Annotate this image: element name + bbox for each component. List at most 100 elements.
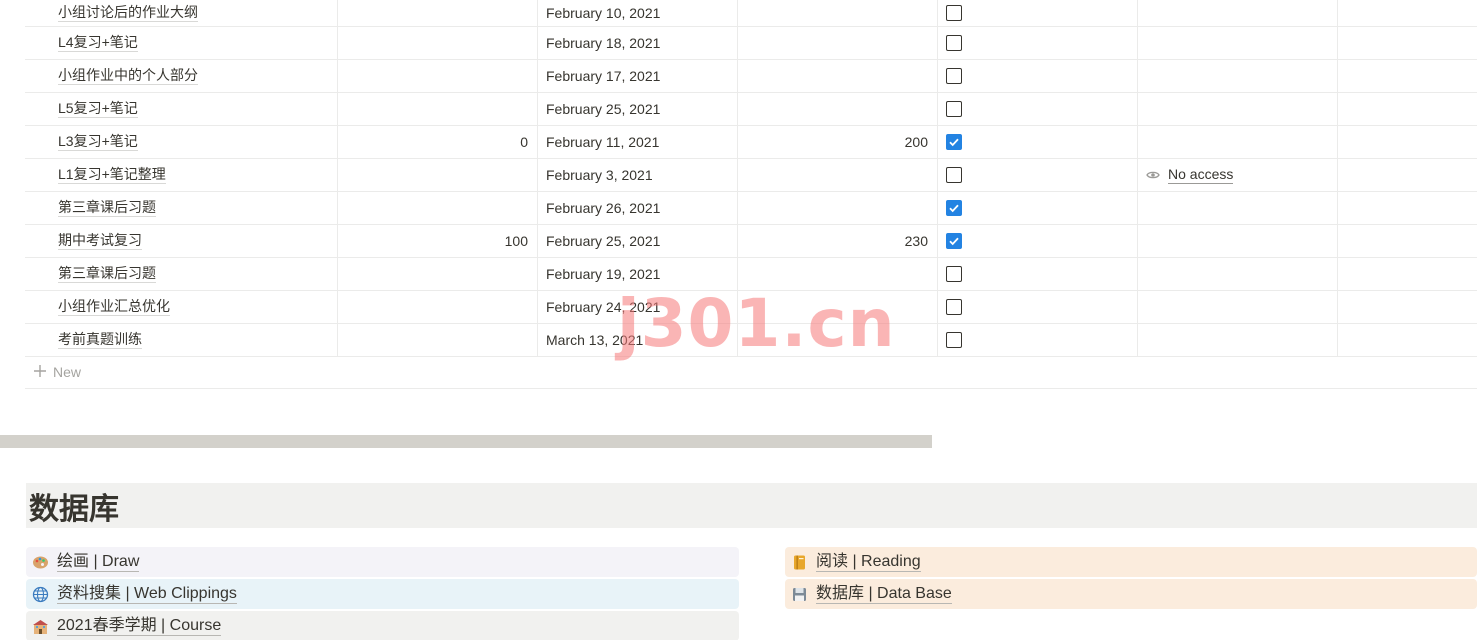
date-cell[interactable]: February 26, 2021 (538, 192, 738, 224)
task-name-cell[interactable]: 小组讨论后的作业大纲 (25, 0, 338, 26)
number-cell[interactable] (338, 60, 538, 92)
task-name[interactable]: 期中考试复习 (58, 232, 142, 250)
task-name[interactable]: L1复习+笔记整理 (58, 166, 166, 184)
checkbox-cell[interactable] (938, 27, 1138, 59)
done-checkbox[interactable] (946, 167, 962, 183)
no-access-badge[interactable]: No access (1146, 166, 1234, 184)
checkbox-cell[interactable] (938, 192, 1138, 224)
checkbox-cell[interactable] (938, 324, 1138, 356)
date-cell[interactable]: February 18, 2021 (538, 27, 738, 59)
link-course[interactable]: 2021春季学期 | Course (26, 611, 739, 640)
empty-cell[interactable] (1338, 258, 1477, 290)
task-name-cell[interactable]: 小组作业中的个人部分 (25, 60, 338, 92)
task-name[interactable]: 小组作业汇总优化 (58, 298, 170, 316)
task-name[interactable]: 小组讨论后的作业大纲 (58, 4, 198, 22)
task-name[interactable]: 第三章课后习题 (58, 199, 156, 217)
date-cell[interactable]: February 10, 2021 (538, 0, 738, 26)
number-cell-2[interactable] (738, 159, 938, 191)
table-row[interactable]: 第三章课后习题 February 26, 2021 (25, 192, 1477, 225)
number-cell[interactable]: 100 (338, 225, 538, 257)
new-row-button[interactable]: New (25, 356, 1477, 389)
number-cell-2[interactable]: 230 (738, 225, 938, 257)
checkbox-cell[interactable] (938, 93, 1138, 125)
link-web-clippings[interactable]: 资料搜集 | Web Clippings (26, 579, 739, 609)
empty-cell[interactable] (1338, 291, 1477, 323)
task-name[interactable]: 第三章课后习题 (58, 265, 156, 283)
number-cell[interactable] (338, 0, 538, 26)
checkbox-cell[interactable] (938, 60, 1138, 92)
link-database[interactable]: 数据库 | Data Base (785, 579, 1477, 609)
done-checkbox[interactable] (946, 332, 962, 348)
done-checkbox[interactable] (946, 299, 962, 315)
table-row[interactable]: L5复习+笔记 February 25, 2021 (25, 93, 1477, 126)
done-checkbox[interactable] (946, 233, 962, 249)
number-cell-2[interactable] (738, 60, 938, 92)
done-checkbox[interactable] (946, 35, 962, 51)
checkbox-cell[interactable] (938, 126, 1138, 158)
number-cell-2[interactable]: 200 (738, 126, 938, 158)
empty-cell[interactable] (1338, 93, 1477, 125)
empty-cell[interactable] (1338, 126, 1477, 158)
table-row[interactable]: 小组作业汇总优化 February 24, 2021 (25, 291, 1477, 324)
task-name[interactable]: 考前真题训练 (58, 331, 142, 349)
table-row[interactable]: 小组讨论后的作业大纲 February 10, 2021 (25, 0, 1477, 27)
number-cell-2[interactable] (738, 192, 938, 224)
number-cell-2[interactable] (738, 93, 938, 125)
table-row[interactable]: 小组作业中的个人部分 February 17, 2021 (25, 60, 1477, 93)
number-cell[interactable]: 0 (338, 126, 538, 158)
done-checkbox[interactable] (946, 68, 962, 84)
date-cell[interactable]: February 25, 2021 (538, 93, 738, 125)
date-cell[interactable]: February 19, 2021 (538, 258, 738, 290)
task-name-cell[interactable]: 考前真题训练 (25, 324, 338, 356)
number-cell[interactable] (338, 324, 538, 356)
task-name-cell[interactable]: L1复习+笔记整理 (25, 159, 338, 191)
empty-cell[interactable] (1338, 27, 1477, 59)
date-cell[interactable]: February 11, 2021 (538, 126, 738, 158)
number-cell-2[interactable] (738, 324, 938, 356)
table-row[interactable]: L4复习+笔记 February 18, 2021 (25, 27, 1477, 60)
empty-cell[interactable] (1338, 192, 1477, 224)
task-name[interactable]: L4复习+笔记 (58, 34, 138, 52)
date-cell[interactable]: February 25, 2021 (538, 225, 738, 257)
number-cell-2[interactable] (738, 291, 938, 323)
done-checkbox[interactable] (946, 200, 962, 216)
number-cell[interactable] (338, 258, 538, 290)
checkbox-cell[interactable] (938, 225, 1138, 257)
empty-cell[interactable] (1338, 60, 1477, 92)
number-cell-2[interactable] (738, 258, 938, 290)
number-cell[interactable] (338, 27, 538, 59)
date-cell[interactable]: February 3, 2021 (538, 159, 738, 191)
task-name-cell[interactable]: 小组作业汇总优化 (25, 291, 338, 323)
number-cell[interactable] (338, 291, 538, 323)
checkbox-cell[interactable] (938, 258, 1138, 290)
number-cell[interactable] (338, 192, 538, 224)
table-row[interactable]: 期中考试复习 100 February 25, 2021 230 (25, 225, 1477, 258)
done-checkbox[interactable] (946, 5, 962, 21)
link-reading[interactable]: 阅读 | Reading (785, 547, 1477, 577)
checkbox-cell[interactable] (938, 159, 1138, 191)
checkbox-cell[interactable] (938, 291, 1138, 323)
task-name-cell[interactable]: L3复习+笔记 (25, 126, 338, 158)
number-cell[interactable] (338, 159, 538, 191)
date-cell[interactable]: February 17, 2021 (538, 60, 738, 92)
task-name[interactable]: 小组作业中的个人部分 (58, 67, 198, 85)
table-row[interactable]: 考前真题训练 March 13, 2021 (25, 324, 1477, 357)
empty-cell[interactable] (1338, 225, 1477, 257)
task-name-cell[interactable]: L4复习+笔记 (25, 27, 338, 59)
table-row[interactable]: L3复习+笔记 0 February 11, 2021 200 (25, 126, 1477, 159)
link-draw[interactable]: 绘画 | Draw (26, 547, 739, 577)
number-cell[interactable] (338, 93, 538, 125)
task-name-cell[interactable]: L5复习+笔记 (25, 93, 338, 125)
table-row[interactable]: 第三章课后习题 February 19, 2021 (25, 258, 1477, 291)
task-name[interactable]: L5复习+笔记 (58, 100, 138, 118)
empty-cell[interactable] (1338, 324, 1477, 356)
date-cell[interactable]: March 13, 2021 (538, 324, 738, 356)
empty-cell[interactable] (1338, 159, 1477, 191)
number-cell-2[interactable] (738, 27, 938, 59)
task-name-cell[interactable]: 第三章课后习题 (25, 258, 338, 290)
task-name-cell[interactable]: 期中考试复习 (25, 225, 338, 257)
done-checkbox[interactable] (946, 134, 962, 150)
done-checkbox[interactable] (946, 101, 962, 117)
checkbox-cell[interactable] (938, 0, 1138, 26)
task-name[interactable]: L3复习+笔记 (58, 133, 138, 151)
